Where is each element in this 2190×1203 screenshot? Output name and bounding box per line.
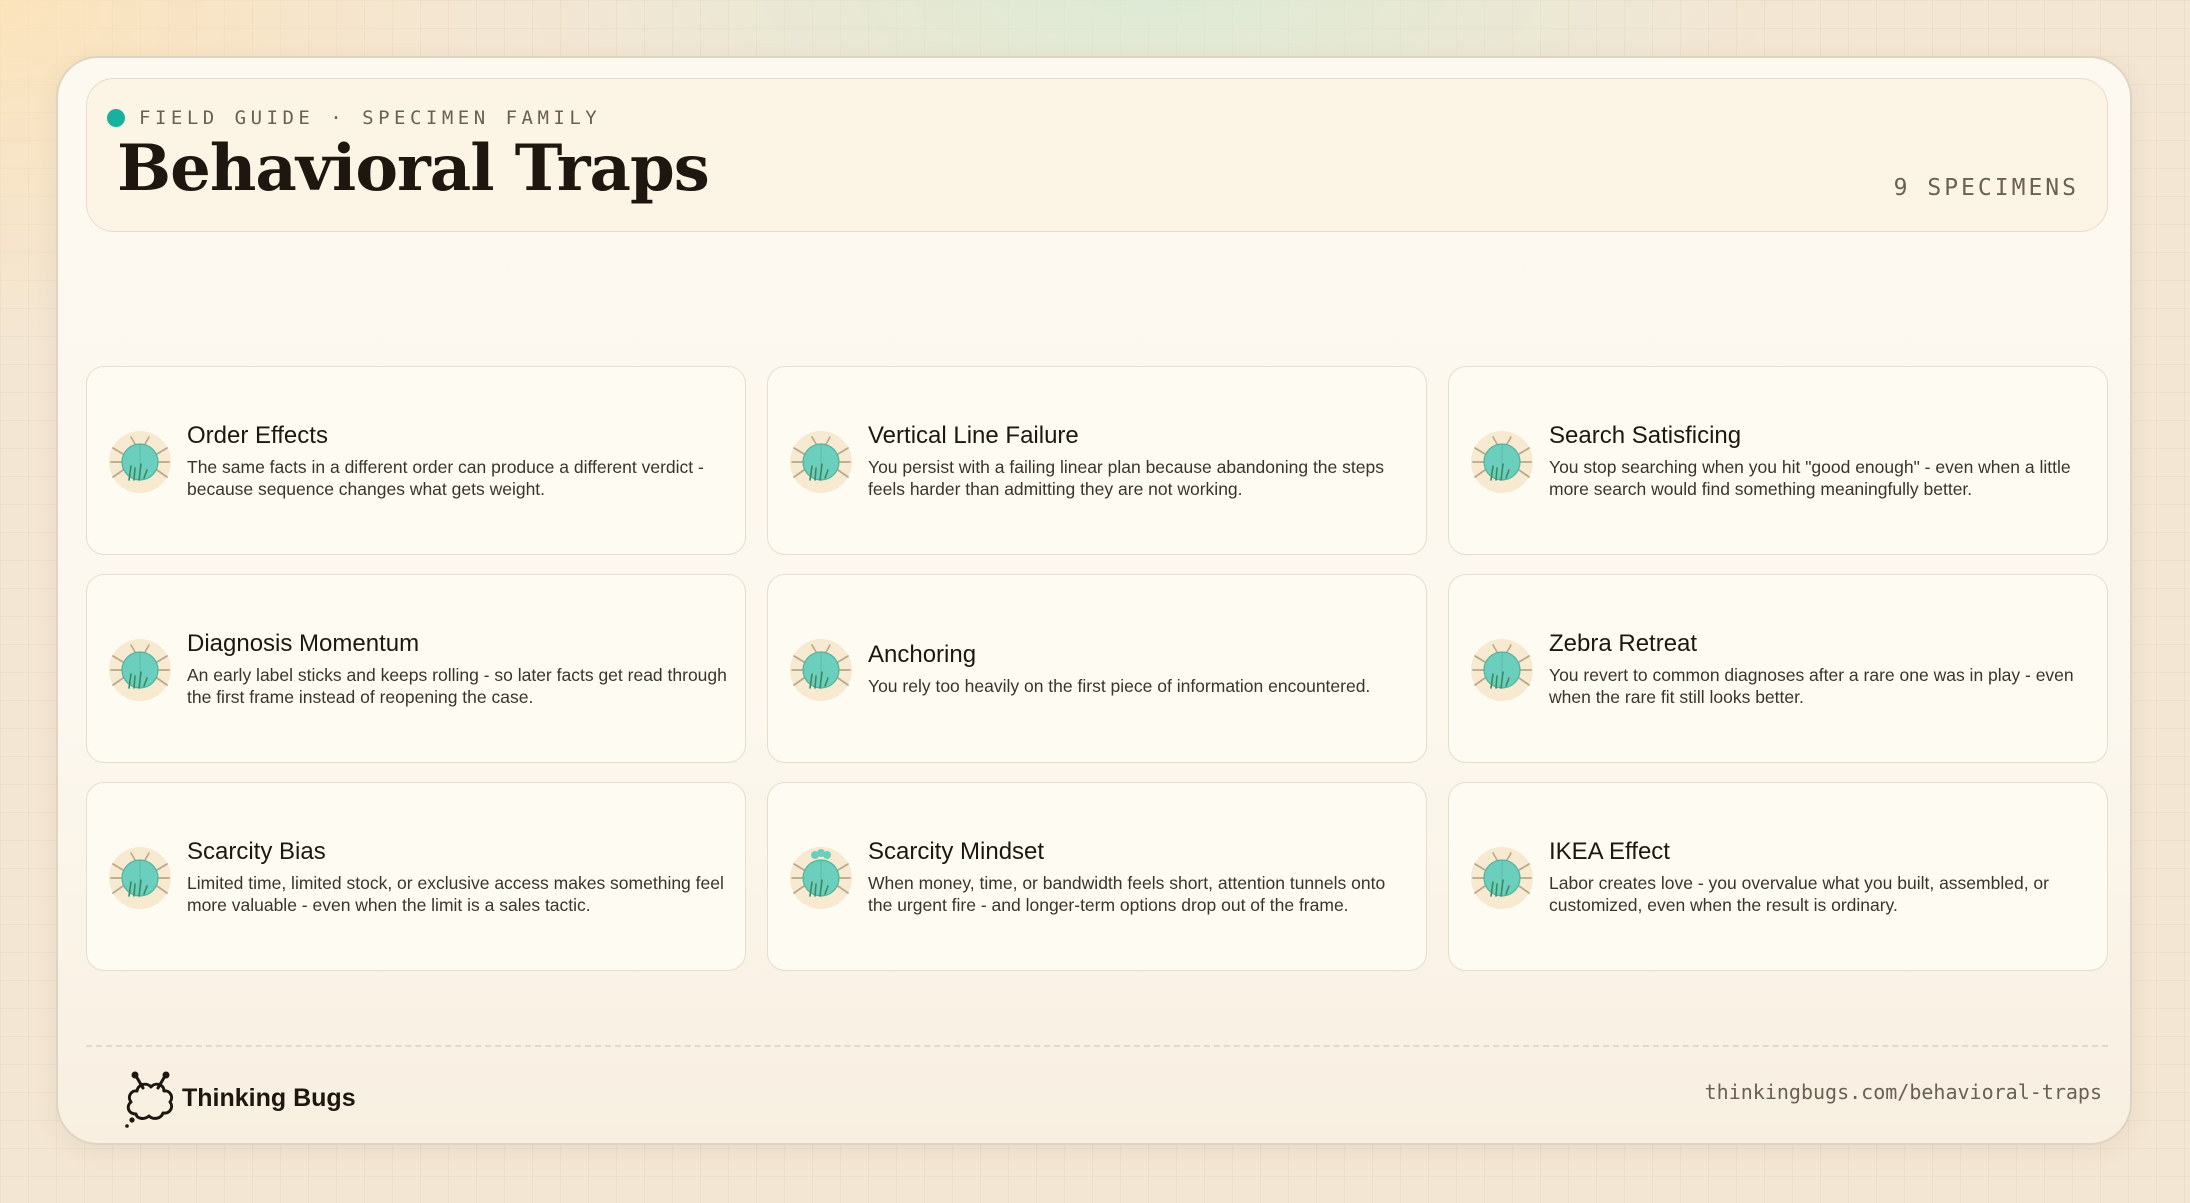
specimen-title: Diagnosis Momentum	[187, 629, 420, 657]
specimen-text: Zebra Retreat You revert to common diagno…	[1549, 630, 2091, 708]
specimen-card-anchoring[interactable]: Anchoring You rely too heavily on the fir…	[767, 574, 1427, 763]
specimen-text: IKEA Effect Labor creates love - you over…	[1549, 838, 2091, 916]
bug-icon	[109, 430, 171, 493]
brand-name: Thinking Bugs	[182, 1083, 356, 1112]
specimen-title: Search Satisficing	[1549, 421, 1742, 449]
bug-icon	[790, 846, 852, 909]
specimen-description: You revert to common diagnoses after a r…	[1549, 664, 2074, 707]
bug-icon	[1471, 846, 1533, 909]
specimen-title: Zebra Retreat	[1549, 629, 1698, 657]
specimen-description: You stop searching when you hit "good en…	[1549, 456, 2071, 499]
brand[interactable]: Thinking Bugs	[122, 1068, 356, 1128]
field-guide-card: FIELD GUIDE · SPECIMEN FAMILY Behavioral…	[56, 56, 2132, 1145]
footer-divider	[86, 1045, 2108, 1047]
specimen-description: Labor creates love - you overvalue what …	[1549, 872, 2049, 915]
specimen-card-diagnosis-momentum[interactable]: Diagnosis Momentum An early label sticks …	[86, 574, 746, 763]
specimen-description: The same facts in a different order can …	[187, 456, 704, 499]
eyebrow-label: FIELD GUIDE · SPECIMEN FAMILY	[139, 107, 602, 129]
specimen-title: Vertical Line Failure	[868, 421, 1079, 449]
eyebrow: FIELD GUIDE · SPECIMEN FAMILY	[107, 107, 601, 129]
specimen-description: Limited time, limited stock, or exclusiv…	[187, 872, 724, 915]
specimen-title: Scarcity Bias	[187, 837, 326, 865]
accent-dot-icon	[107, 109, 125, 127]
site-url-link[interactable]: thinkingbugs.com/behavioral-traps	[1705, 1080, 2102, 1104]
specimen-card-ikea-effect[interactable]: IKEA Effect Labor creates love - you over…	[1448, 782, 2108, 971]
specimen-text: Vertical Line Failure You persist with a …	[868, 422, 1410, 500]
specimen-description: When money, time, or bandwidth feels sho…	[868, 872, 1386, 915]
specimen-description: You persist with a failing linear plan b…	[868, 456, 1384, 499]
specimen-card-scarcity-mindset[interactable]: Scarcity Mindset When money, time, or ban…	[767, 782, 1427, 971]
specimen-card-scarcity-bias[interactable]: Scarcity Bias Limited time, limited stock…	[86, 782, 746, 971]
specimen-title: Scarcity Mindset	[868, 837, 1045, 865]
specimen-text: Anchoring You rely too heavily on the fir…	[868, 641, 1410, 697]
specimen-card-vertical-line-failure[interactable]: Vertical Line Failure You persist with a …	[767, 366, 1427, 555]
specimen-title: Anchoring	[868, 640, 977, 668]
specimen-title: Order Effects	[187, 421, 328, 449]
bug-icon	[1471, 638, 1533, 701]
bug-icon	[1471, 430, 1533, 493]
specimen-grid: Order Effects The same facts in a differe…	[86, 366, 2108, 971]
specimen-count: 9 SPECIMENS	[1893, 175, 2079, 201]
specimen-title: IKEA Effect	[1549, 837, 1670, 865]
specimen-description: An early label sticks and keeps rolling …	[187, 664, 727, 707]
page-title: Behavioral Traps	[117, 131, 710, 206]
bug-icon	[790, 638, 852, 701]
specimen-card-order-effects[interactable]: Order Effects The same facts in a differe…	[86, 366, 746, 555]
specimen-text: Diagnosis Momentum An early label sticks …	[187, 630, 729, 708]
specimen-card-search-satisficing[interactable]: Search Satisficing You stop searching whe…	[1448, 366, 2108, 555]
bug-icon	[109, 638, 171, 701]
specimen-description: You rely too heavily on the first piece …	[868, 675, 1371, 696]
specimen-text: Search Satisficing You stop searching whe…	[1549, 422, 2091, 500]
header: FIELD GUIDE · SPECIMEN FAMILY Behavioral…	[86, 78, 2108, 232]
specimen-text: Order Effects The same facts in a differe…	[187, 422, 729, 500]
bug-icon	[109, 846, 171, 909]
specimen-text: Scarcity Mindset When money, time, or ban…	[868, 838, 1410, 916]
thinking-bug-logo-icon	[125, 1071, 174, 1128]
specimen-card-zebra-retreat[interactable]: Zebra Retreat You revert to common diagno…	[1448, 574, 2108, 763]
bug-icon	[790, 430, 852, 493]
specimen-text: Scarcity Bias Limited time, limited stock…	[187, 838, 729, 916]
